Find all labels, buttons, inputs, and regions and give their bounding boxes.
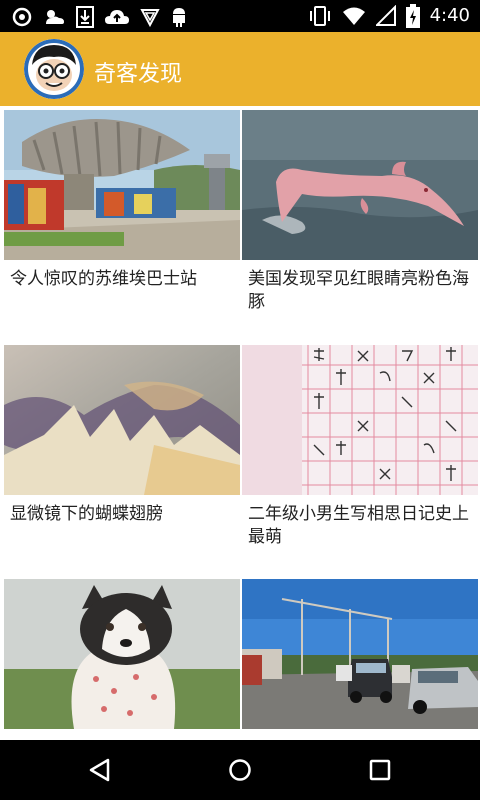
status-right-icons: 4:40 [308,4,470,28]
settings-ring-icon [12,7,32,27]
app-bar: 奇客发现 [0,32,480,106]
butterfly-wing-microscope-photo [4,345,240,495]
app-title: 奇客发现 [94,62,183,87]
article-title: 令人惊叹的苏维埃巴士站 [10,269,197,289]
android-icon [173,8,185,27]
home-icon[interactable] [220,750,260,790]
recents-icon[interactable] [360,750,400,790]
article-card[interactable] [242,579,478,740]
soviet-bus-stop-photo [4,110,240,260]
article-card[interactable]: 二年级小男生写相思日记史上最萌 [242,345,478,573]
cloud-upload-icon [105,10,129,24]
street-cars-photo [242,579,478,729]
weather-icon [46,10,64,24]
status-left-icons [12,6,188,28]
signal-icon [375,5,396,26]
husky-puppy-photo [4,579,240,729]
battery-charging-icon [405,4,420,28]
status-time: 4:40 [429,5,470,26]
article-card[interactable]: 美国发现罕见红眼睛亮粉色海豚 [242,110,478,338]
article-title: 美国发现罕见红眼睛亮粉色海豚 [248,269,469,312]
status-bar: 4:40 [0,0,480,32]
article-title: 显微镜下的蝴蝶翅膀 [10,504,163,524]
article-card[interactable]: 令人惊叹的苏维埃巴士站 [4,110,240,338]
pink-dolphin-photo [242,110,478,260]
shield-icon [140,9,160,27]
article-card[interactable]: 显微镜下的蝴蝶翅膀 [4,345,240,573]
cartoon-avatar-icon[interactable] [24,39,84,99]
handwritten-diary-photo [242,345,478,495]
vibrate-icon [309,6,330,26]
wifi-icon [342,7,365,25]
back-icon[interactable] [80,750,120,790]
article-card[interactable] [4,579,240,740]
navigation-bar [0,740,480,800]
article-title: 二年级小男生写相思日记史上最萌 [248,504,469,547]
download-icon [76,6,94,28]
article-grid: 令人惊叹的苏维埃巴士站 美国发现罕见红眼睛亮粉色海豚 显微镜下的蝴蝶翅膀 二年级… [0,106,480,740]
